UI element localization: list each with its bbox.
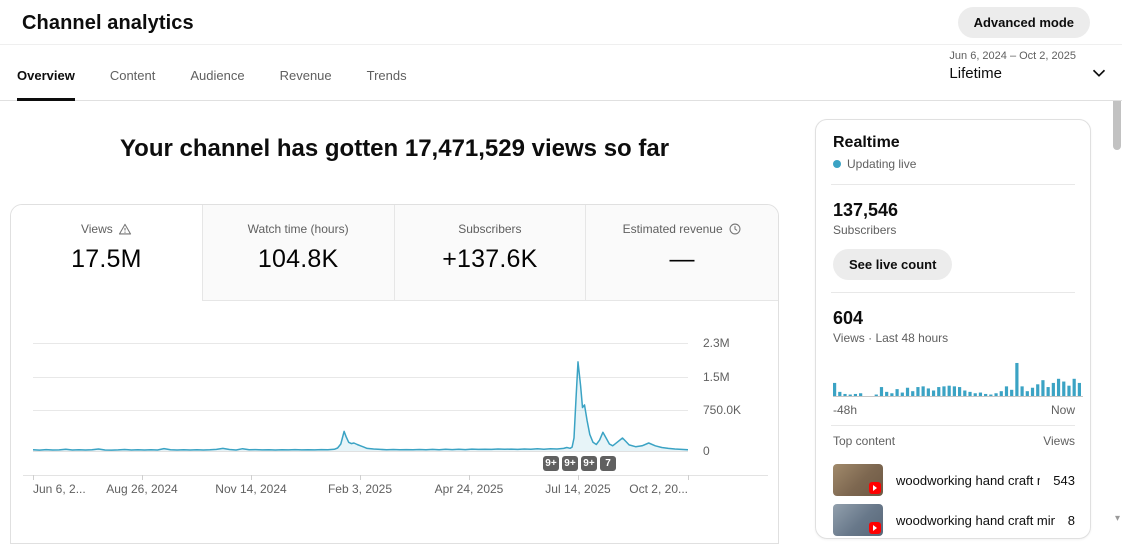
x-label-3: Nov 14, 2024 <box>215 482 286 496</box>
tab-overview[interactable]: Overview <box>17 45 75 101</box>
metric-revenue[interactable]: Estimated revenue — <box>586 205 778 301</box>
marker-badge-1[interactable]: 9+ <box>543 456 559 471</box>
metric-watch-time[interactable]: Watch time (hours) 104.8K <box>203 205 395 301</box>
metric-subscribers-value: +137.6K <box>395 245 586 274</box>
y-tick-2: 1.5M <box>703 370 730 384</box>
page-title: Channel analytics <box>22 12 194 35</box>
x-tick-mark <box>33 475 34 480</box>
date-preset-label: Lifetime <box>949 65 1076 82</box>
x-label-6: Jul 14, 2025 <box>545 482 610 496</box>
x-tick-mark <box>578 475 579 480</box>
warning-icon <box>118 222 132 236</box>
x-label-1: Jun 6, 2... <box>33 482 86 496</box>
realtime-views-value: 604 <box>833 308 863 329</box>
x-tick-mark <box>251 475 252 480</box>
gridline-zero <box>33 451 688 452</box>
x-label-4: Feb 3, 2025 <box>328 482 392 496</box>
marker-badge-3[interactable]: 9+ <box>581 456 597 471</box>
video-thumbnail <box>833 464 883 496</box>
analytics-card: Views 17.5M Watch time (hours) 104.8K Su… <box>10 204 779 544</box>
views-chart-zone: 2.3M 1.5M 750.0K 0 9+ 9+ 9+ 7 Jun 6, 2..… <box>11 301 778 544</box>
tab-trends[interactable]: Trends <box>367 45 407 101</box>
metric-watch-time-value: 104.8K <box>203 245 394 274</box>
realtime-status-text: Updating live <box>847 157 916 171</box>
realtime-bar-chart[interactable] <box>833 362 1083 397</box>
video-title: woodworking hand craft mini ... <box>896 513 1055 528</box>
video-views: 543 <box>1053 473 1075 488</box>
metric-subscribers-label: Subscribers <box>458 222 521 236</box>
realtime-views-label: Views · Last 48 hours <box>833 331 948 345</box>
marker-badge-2[interactable]: 9+ <box>562 456 578 471</box>
realtime-subscribers-value: 137,546 <box>833 200 898 221</box>
views-line-chart[interactable] <box>33 334 688 451</box>
realtime-title: Realtime <box>833 134 900 152</box>
x-tick-mark <box>142 475 143 480</box>
metric-views[interactable]: Views 17.5M <box>11 205 203 301</box>
metric-subscribers[interactable]: Subscribers +137.6K <box>395 205 587 301</box>
x-label-7: Oct 2, 20... <box>629 482 688 496</box>
x-axis-line <box>23 475 768 476</box>
date-range-text: Jun 6, 2024 – Oct 2, 2025 <box>949 50 1076 62</box>
divider <box>831 292 1075 293</box>
shorts-icon <box>869 522 881 534</box>
x-label-5: Apr 24, 2025 <box>435 482 504 496</box>
video-marker-badges: 9+ 9+ 9+ 7 <box>543 456 616 471</box>
views-column-label: Views <box>1043 434 1075 448</box>
bars-axis-right: Now <box>1051 403 1075 417</box>
metric-revenue-value: — <box>586 245 778 274</box>
x-tick-mark <box>688 475 689 480</box>
divider <box>831 184 1075 185</box>
date-range-picker[interactable]: Jun 6, 2024 – Oct 2, 2025 Lifetime <box>949 50 1076 82</box>
chevron-down-icon[interactable] <box>1088 62 1110 84</box>
metric-revenue-label: Estimated revenue <box>623 222 723 236</box>
top-content-row-2[interactable]: woodworking hand craft mini ... 8 <box>833 504 1075 536</box>
y-tick-1: 2.3M <box>703 336 730 350</box>
realtime-card: Realtime Updating live 137,546 Subscribe… <box>815 119 1091 539</box>
advanced-mode-button[interactable]: Advanced mode <box>958 7 1090 38</box>
bars-axis-left: -48h <box>833 403 857 417</box>
metric-watch-time-label: Watch time (hours) <box>248 222 349 236</box>
analytics-tabs: Overview Content Audience Revenue Trends <box>17 45 407 101</box>
metric-tabs: Views 17.5M Watch time (hours) 104.8K Su… <box>11 205 778 301</box>
realtime-status: Updating live <box>833 157 916 171</box>
x-label-2: Aug 26, 2024 <box>106 482 177 496</box>
metric-views-value: 17.5M <box>11 245 202 274</box>
y-tick-4: 0 <box>703 444 710 458</box>
video-views: 8 <box>1068 513 1075 528</box>
channel-views-headline: Your channel has gotten 17,471,529 views… <box>10 135 779 163</box>
metric-views-label: Views <box>81 222 113 236</box>
divider <box>831 425 1075 426</box>
scroll-down-arrow-icon[interactable]: ▾ <box>1115 514 1120 524</box>
realtime-subscribers-label: Subscribers <box>833 223 896 237</box>
top-content-row-1[interactable]: woodworking hand craft m... 543 <box>833 464 1075 496</box>
x-tick-mark <box>469 475 470 480</box>
shorts-icon <box>869 482 881 494</box>
page-header: Channel analytics Advanced mode Overview… <box>0 0 1122 101</box>
top-content-label: Top content <box>833 434 895 448</box>
tab-revenue[interactable]: Revenue <box>280 45 332 101</box>
y-tick-3: 750.0K <box>703 403 741 417</box>
video-title: woodworking hand craft m... <box>896 473 1040 488</box>
x-tick-mark <box>360 475 361 480</box>
video-thumbnail <box>833 504 883 536</box>
top-content-header: Top content Views <box>833 434 1075 448</box>
tab-content[interactable]: Content <box>110 45 156 101</box>
see-live-count-button[interactable]: See live count <box>833 249 952 280</box>
clock-icon <box>728 222 742 236</box>
live-dot-icon <box>833 160 841 168</box>
tab-audience[interactable]: Audience <box>190 45 244 101</box>
marker-badge-4[interactable]: 7 <box>600 456 616 471</box>
